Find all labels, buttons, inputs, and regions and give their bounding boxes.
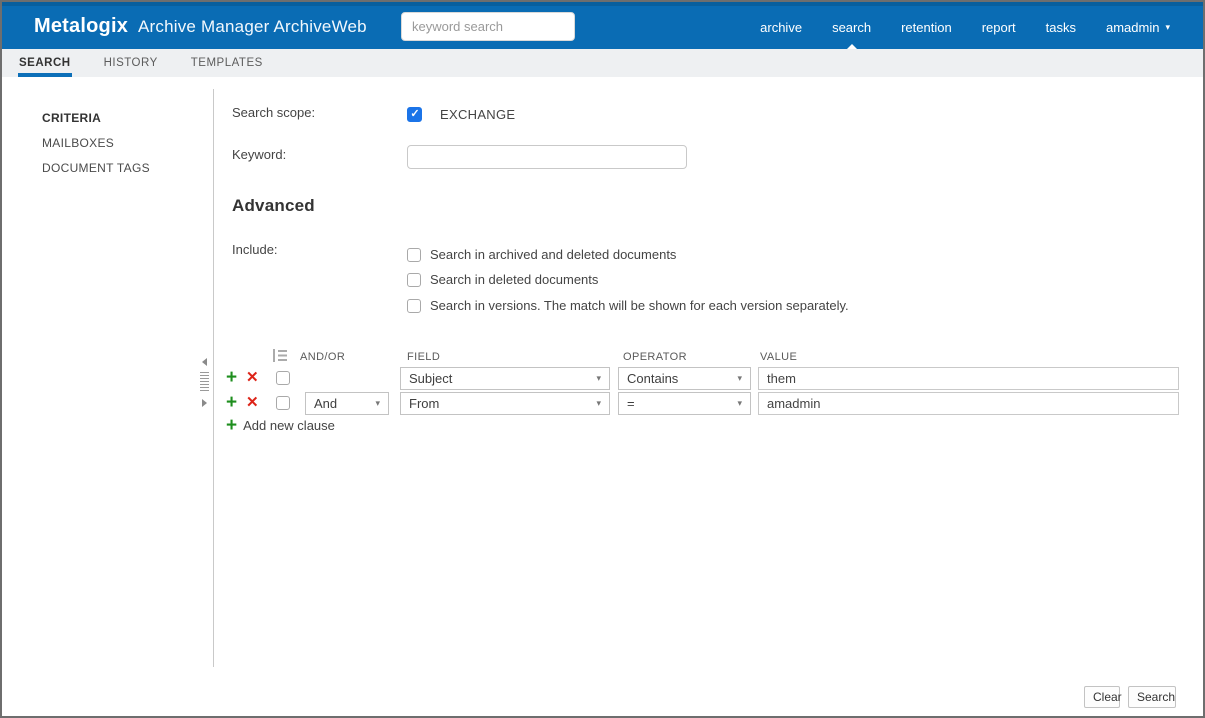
andor-select[interactable]: And ▾ — [305, 392, 389, 415]
nav-item-tasks[interactable]: tasks — [1031, 6, 1091, 49]
grip-icon — [199, 372, 209, 393]
value-input[interactable] — [758, 392, 1179, 415]
include-option-archived-deleted: Search in archived and deleted documents — [407, 247, 676, 262]
user-menu[interactable]: amadmin ▾ — [1091, 6, 1185, 49]
chevron-down-icon: ▾ — [375, 398, 380, 408]
column-header-field: FIELD — [407, 351, 441, 363]
operator-select[interactable]: = ▾ — [618, 392, 751, 415]
advanced-heading: Advanced — [232, 196, 315, 215]
archiveweb-window: Metalogix Archive Manager ArchiveWeb arc… — [0, 0, 1205, 718]
chevron-down-icon: ▾ — [737, 373, 742, 383]
sidebar-item-document-tags[interactable]: DOCUMENT TAGS — [42, 161, 150, 175]
clear-button[interactable]: Clear — [1084, 686, 1122, 708]
user-name: amadmin — [1106, 20, 1160, 35]
select-all-icon[interactable] — [273, 349, 287, 362]
checkmark-icon: ✓ — [410, 108, 420, 120]
sidebar-splitter[interactable] — [198, 358, 210, 414]
collapse-left-icon — [201, 358, 207, 366]
keyword-label: Keyword: — [232, 147, 287, 162]
include-option-deleted: Search in deleted documents — [407, 272, 598, 287]
top-navigation: archive search retention report tasks am… — [745, 6, 1185, 49]
chevron-down-icon: ▾ — [737, 398, 742, 408]
scope-exchange-row: ✓ EXCHANGE — [407, 107, 515, 122]
expand-right-icon — [201, 399, 207, 407]
nav-item-search[interactable]: search — [817, 6, 886, 49]
search-scope-label: Search scope: — [232, 105, 316, 120]
column-header-operator: OPERATOR — [623, 351, 687, 363]
sidebar-divider — [213, 89, 214, 667]
clause-row-checkbox[interactable] — [276, 371, 290, 385]
clause-row-checkbox[interactable] — [276, 396, 290, 410]
include-option-versions: Search in versions. The match will be sh… — [407, 298, 849, 313]
include-versions-checkbox[interactable] — [407, 298, 421, 313]
app-header: Metalogix Archive Manager ArchiveWeb arc… — [2, 2, 1203, 49]
exchange-checkbox[interactable]: ✓ — [407, 107, 422, 122]
product-title: Archive Manager ArchiveWeb — [138, 17, 367, 36]
operator-select[interactable]: Contains ▾ — [618, 367, 751, 390]
insert-clause-icon[interactable]: + — [226, 393, 240, 412]
tab-templates[interactable]: TEMPLATES — [191, 49, 263, 77]
add-new-clause-button[interactable]: + Add new clause — [226, 414, 335, 436]
column-header-andor: AND/OR — [300, 351, 346, 363]
caret-down-icon: ▾ — [1165, 22, 1170, 32]
value-input[interactable] — [758, 367, 1179, 390]
include-archived-deleted-checkbox[interactable] — [407, 247, 421, 262]
chevron-down-icon: ▾ — [596, 373, 601, 383]
sidebar-item-criteria[interactable]: CRITERIA — [42, 111, 101, 125]
field-select[interactable]: From ▾ — [400, 392, 610, 415]
include-label: Include: — [232, 242, 278, 257]
include-deleted-checkbox[interactable] — [407, 272, 421, 287]
metalogix-logo: Metalogix — [34, 15, 129, 37]
insert-clause-icon[interactable]: + — [226, 368, 240, 387]
search-button[interactable]: Search — [1128, 686, 1176, 708]
tab-history[interactable]: HISTORY — [104, 49, 158, 77]
tab-search[interactable]: SEARCH — [18, 49, 72, 77]
nav-item-retention[interactable]: retention — [886, 6, 967, 49]
plus-icon: + — [226, 414, 238, 436]
active-tab-underline — [18, 73, 72, 77]
chevron-down-icon: ▾ — [596, 398, 601, 408]
field-select[interactable]: Subject ▾ — [400, 367, 610, 390]
delete-clause-icon[interactable]: ✕ — [246, 370, 260, 385]
nav-item-report[interactable]: report — [967, 6, 1031, 49]
delete-clause-icon[interactable]: ✕ — [246, 395, 260, 410]
tab-bar: SEARCH HISTORY TEMPLATES — [2, 49, 1203, 77]
exchange-label: EXCHANGE — [440, 107, 516, 122]
column-header-value: VALUE — [760, 351, 798, 363]
keyword-input[interactable] — [407, 145, 687, 169]
nav-item-archive[interactable]: archive — [745, 6, 817, 49]
keyword-search-input[interactable] — [401, 12, 575, 41]
sidebar-item-mailboxes[interactable]: MAILBOXES — [42, 136, 114, 150]
